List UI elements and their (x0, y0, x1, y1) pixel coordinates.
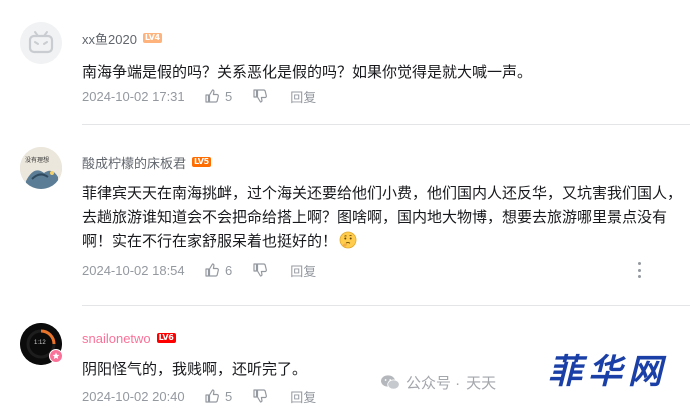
reply-button[interactable]: 回复 (290, 261, 316, 280)
brand-logo: 菲华网 (512, 334, 690, 417)
thumbs-down-icon (253, 389, 268, 403)
level-badge: LV6 (156, 333, 176, 343)
comment-meta: 2024-10-02 20:40 5 回复 (82, 386, 316, 406)
watermark-prefix: 公众号 · (406, 375, 461, 392)
thumbs-down-icon (253, 263, 268, 277)
tv-mascot-icon (20, 22, 62, 64)
thumbs-down-icon (253, 89, 268, 103)
like-count: 6 (225, 262, 233, 278)
wechat-icon (381, 375, 400, 390)
avatar-caption: 没有理想 (25, 158, 50, 164)
like-count: 5 (225, 388, 233, 404)
username[interactable]: snailonetwo (82, 331, 151, 346)
timestamp: 2024-10-02 17:31 (82, 88, 185, 104)
wechat-watermark: 公众号 · 天天 (380, 372, 496, 393)
reply-button[interactable]: 回复 (290, 87, 316, 106)
avatar[interactable]: 没有理想 (20, 147, 62, 189)
more-options-icon[interactable] (632, 262, 646, 278)
avatar[interactable] (20, 22, 62, 64)
dislike-button[interactable] (252, 262, 268, 278)
reply-button[interactable]: 回复 (290, 387, 316, 406)
dislike-button[interactable] (252, 388, 268, 404)
comment-meta: 2024-10-02 17:31 5 回复 (82, 86, 316, 106)
like-count: 5 (225, 88, 233, 104)
comment-text-body: 菲律宾天天在南海挑衅，过个海关还要给他们小费，他们国内人还反华，又坑害我们国人，… (82, 185, 683, 250)
level-badge: LV5 (192, 157, 211, 167)
verified-badge (49, 349, 63, 363)
timestamp: 2024-10-02 20:40 (82, 388, 185, 404)
comment-meta: 2024-10-02 18:54 6 回复 (82, 260, 316, 280)
comment-text: 南海争端是假的吗？关系恶化是假的吗？如果你觉得是就大喊一声。 (82, 64, 533, 81)
username[interactable]: 酸成柠檬的床板君 (82, 153, 186, 172)
avatar-caption: 1:12 (34, 340, 46, 346)
comment-item: xx鱼2020 LV4 南海争端是假的吗？关系恶化是假的吗？如果你觉得是就大喊一… (0, 0, 690, 125)
dislike-button[interactable] (252, 88, 268, 104)
like-button[interactable]: 5 (204, 88, 232, 104)
brand-logo-text: 菲华网 (548, 352, 668, 392)
thumbs-up-icon (205, 89, 219, 103)
star-icon (52, 352, 60, 359)
timestamp: 2024-10-02 18:54 (82, 262, 185, 278)
avatar-art (20, 147, 62, 189)
comment-item: 没有理想 酸成柠檬的床板君 LV5 菲律宾天天在南海挑衅，过个海关还要给他们小费… (0, 125, 690, 315)
username[interactable]: xx鱼2020 (82, 29, 137, 48)
watermark-name: 天天 (466, 375, 497, 392)
thinking-face-emoji (339, 231, 357, 249)
thumbs-up-icon (205, 263, 219, 277)
comment-text: 菲律宾天天在南海挑衅，过个海关还要给他们小费，他们国内人还反华，又坑害我们国人，… (82, 182, 687, 254)
like-button[interactable]: 6 (204, 262, 232, 278)
thumbs-up-icon (205, 389, 219, 403)
like-button[interactable]: 5 (204, 388, 232, 404)
level-badge: LV4 (142, 33, 162, 43)
